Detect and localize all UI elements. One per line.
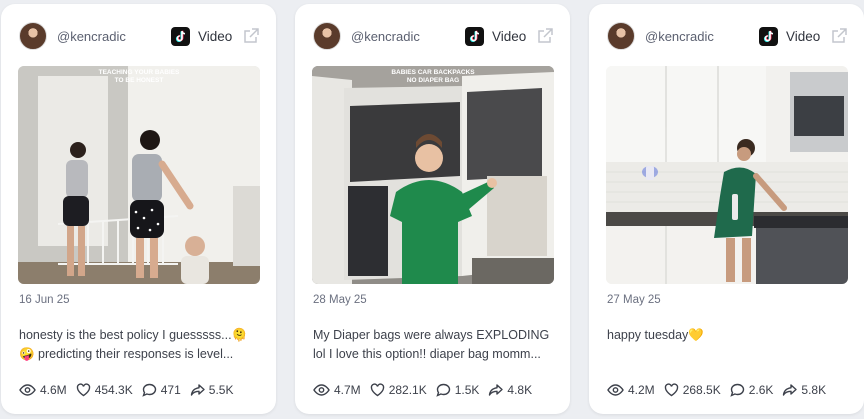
shares-count: 5.8K <box>801 383 827 397</box>
post-caption: happy tuesday💛 <box>607 328 704 342</box>
stats-row: 4.6M 454.3K 471 5.5K <box>19 380 233 400</box>
media-type-label: Video <box>786 29 821 44</box>
video-thumbnail[interactable]: BABIES CAR BACKPACKS NO DIAPER BAG <box>312 66 554 284</box>
views-count: 4.7M <box>334 383 361 397</box>
author-handle[interactable]: @kencradic <box>351 29 420 44</box>
post-date: 28 May 25 <box>313 294 367 306</box>
comment-icon <box>730 383 744 397</box>
shares-count: 4.8K <box>507 383 533 397</box>
tiktok-icon <box>465 27 484 46</box>
svg-text:NO DIAPER BAG: NO DIAPER BAG <box>407 77 459 84</box>
author-handle[interactable]: @kencradic <box>57 29 126 44</box>
views-stat: 4.6M <box>19 383 67 397</box>
avatar[interactable] <box>607 22 635 50</box>
post-caption: My Diaper bags were always EXPLODING lol… <box>313 328 550 361</box>
media-type-label: Video <box>492 29 527 44</box>
comments-count: 1.5K <box>454 383 480 397</box>
stats-row: 4.7M 282.1K 1.5K 4.8K <box>313 380 532 400</box>
comment-icon <box>436 383 450 397</box>
shares-stat: 4.8K <box>488 383 532 397</box>
views-stat: 4.7M <box>313 383 361 397</box>
video-card[interactable]: @kencradic Video <box>589 4 864 414</box>
heart-icon <box>664 383 678 397</box>
share-icon <box>783 384 798 396</box>
likes-stat: 282.1K <box>370 383 427 397</box>
card-header: @kencradic Video <box>295 22 570 52</box>
heart-icon <box>76 383 90 397</box>
svg-text:BABIES CAR BACKPACKS: BABIES CAR BACKPACKS <box>391 69 475 76</box>
views-count: 4.2M <box>628 383 655 397</box>
video-card[interactable]: @kencradic Video BABIES CAR BACKPACKS NO… <box>295 4 570 414</box>
shares-count: 5.5K <box>208 383 234 397</box>
comment-icon <box>142 383 156 397</box>
likes-stat: 268.5K <box>664 383 721 397</box>
comments-count: 471 <box>160 383 181 397</box>
likes-count: 282.1K <box>388 383 427 397</box>
shares-stat: 5.8K <box>782 383 826 397</box>
comments-stat: 1.5K <box>436 383 480 397</box>
shares-stat: 5.5K <box>190 383 234 397</box>
eye-icon <box>607 384 624 396</box>
likes-count: 454.3K <box>94 383 133 397</box>
likes-stat: 454.3K <box>76 383 133 397</box>
external-link-icon[interactable] <box>242 27 260 45</box>
comments-stat: 2.6K <box>730 383 774 397</box>
comments-stat: 471 <box>142 383 181 397</box>
video-thumbnail[interactable]: TEACHING YOUR BABIES TO BE HONEST <box>18 66 260 284</box>
svg-text:TO BE HONEST: TO BE HONEST <box>115 77 164 84</box>
likes-count: 268.5K <box>682 383 721 397</box>
external-link-icon[interactable] <box>830 27 848 45</box>
comments-count: 2.6K <box>748 383 774 397</box>
post-caption: honesty is the best policy I guesssss...… <box>19 328 248 361</box>
post-date: 16 Jun 25 <box>19 294 70 306</box>
views-count: 4.6M <box>40 383 67 397</box>
tiktok-icon <box>759 27 778 46</box>
heart-icon <box>370 383 384 397</box>
post-date: 27 May 25 <box>607 294 661 306</box>
media-type-label: Video <box>198 29 233 44</box>
svg-text:TEACHING YOUR BABIES: TEACHING YOUR BABIES <box>99 69 180 76</box>
views-stat: 4.2M <box>607 383 655 397</box>
author-handle[interactable]: @kencradic <box>645 29 714 44</box>
card-header: @kencradic Video <box>1 22 276 52</box>
avatar[interactable] <box>313 22 341 50</box>
eye-icon <box>19 384 36 396</box>
tiktok-icon <box>171 27 190 46</box>
stats-row: 4.2M 268.5K 2.6K 5.8K <box>607 380 826 400</box>
video-thumbnail[interactable] <box>606 66 848 284</box>
share-icon <box>190 384 205 396</box>
video-card[interactable]: @kencradic Video <box>1 4 276 414</box>
share-icon <box>489 384 504 396</box>
avatar[interactable] <box>19 22 47 50</box>
eye-icon <box>313 384 330 396</box>
external-link-icon[interactable] <box>536 27 554 45</box>
card-header: @kencradic Video <box>589 22 864 52</box>
